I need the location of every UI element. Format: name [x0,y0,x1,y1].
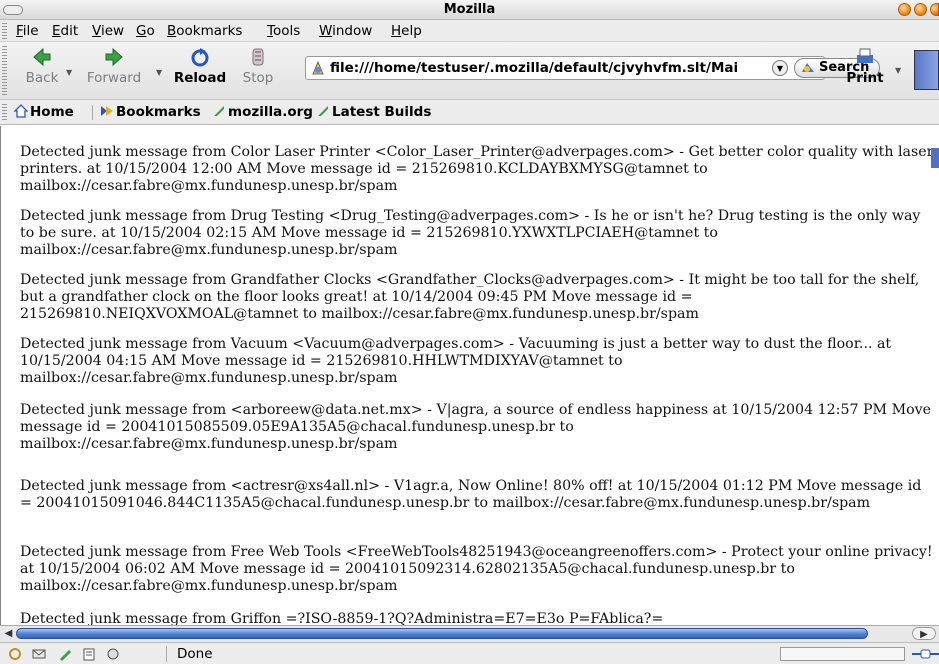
url-text[interactable]: file:///home/testuser/.mozilla/default/c… [330,60,770,76]
toolbar-grip[interactable] [2,23,7,39]
page-proxy-icon[interactable] [310,60,326,76]
search-icon [802,63,814,72]
print-button[interactable]: Print [842,46,888,86]
throbber-logo[interactable] [914,50,939,90]
progress-meter [780,647,905,661]
forward-button[interactable]: Forward [78,46,150,86]
status-separator [166,646,167,662]
navigator-icon[interactable] [8,647,22,661]
junk-log-entry: Detected junk message from Color Laser P… [20,144,934,194]
menu-edit[interactable]: Edit [52,23,78,39]
reload-icon [191,48,209,67]
maximize-button[interactable] [914,3,927,16]
title-bar: Mozilla [0,0,939,20]
menu-tools[interactable]: Tools [267,23,300,39]
menu-bar: File Edit View Go Bookmarks Tools Window… [0,20,939,42]
status-text: Done [177,646,213,662]
bookmarks-button[interactable]: Bookmarks [100,104,201,120]
forward-dropdown-icon[interactable]: ▼ [156,68,162,77]
back-arrow-icon [33,47,51,67]
back-button[interactable]: Back [20,46,64,86]
junk-log-entry: Detected junk message from Drug Testing … [20,208,921,258]
close-button[interactable] [930,3,939,16]
address-book-icon[interactable] [82,647,96,661]
toolbar-separator [92,105,93,120]
sidebar-edge [931,148,939,168]
home-icon [14,104,28,118]
bookmark-icon [318,106,328,116]
junk-log-entry: Detected junk message from Vacuum <Vacuu… [20,336,892,386]
menu-help[interactable]: Help [391,23,422,39]
menu-go[interactable]: Go [136,23,155,39]
url-history-dropdown-icon[interactable]: ▼ [772,60,788,76]
minimize-button[interactable] [898,3,911,16]
page-content: Detected junk message from Color Laser P… [0,126,939,625]
junk-log-entry: Detected junk message from Griffon =?ISO… [20,611,664,625]
connection-status-icon[interactable] [912,649,939,659]
junk-log-entry: Detected junk message from <actresr@xs4a… [20,478,922,511]
toolbar-grip[interactable] [2,46,7,96]
url-bar[interactable]: file:///home/testuser/.mozilla/default/c… [305,56,880,80]
stop-icon [252,48,264,66]
back-dropdown-icon[interactable]: ▼ [66,68,72,77]
junk-log-entry: Detected junk message from Grandfather C… [20,272,920,322]
chat-icon[interactable] [106,647,120,661]
scroll-right-arrow-icon[interactable]: ▶ [912,627,936,640]
print-dropdown-icon[interactable]: ▼ [895,66,901,75]
junk-log-entry: Detected junk message from <arboreew@dat… [20,402,932,452]
scroll-left-arrow-icon[interactable]: ◀ [2,627,15,640]
junk-log-entry: Detected junk message from Free Web Tool… [20,544,933,594]
menu-file[interactable]: File [16,23,39,39]
bookmarks-icon [101,106,113,116]
scrollbar-thumb[interactable] [16,628,868,639]
horizontal-scrollbar[interactable]: ◀ ▶ [0,625,939,642]
menu-window[interactable]: Window [319,23,372,39]
toolbar-grip[interactable] [2,104,7,120]
navigation-toolbar: Back ▼ Forward ▼ Reload Stop file:///hom… [0,42,939,100]
mail-icon[interactable] [32,647,46,661]
personal-toolbar: Home Bookmarks mozilla.org Latest Builds [0,100,939,125]
forward-arrow-icon [105,47,123,67]
composer-icon[interactable] [58,647,72,661]
stop-button[interactable]: Stop [236,46,280,86]
window-title: Mozilla [443,2,496,17]
menu-bookmarks[interactable]: Bookmarks [167,23,242,39]
menu-view[interactable]: View [92,23,124,39]
printer-icon [857,48,873,63]
bookmark-icon [214,106,224,116]
home-button[interactable]: Home [14,104,74,120]
bookmark-mozilla-org[interactable]: mozilla.org [212,104,313,120]
bookmark-latest-builds[interactable]: Latest Builds [316,104,431,120]
reload-button[interactable]: Reload [170,46,230,86]
status-bar: Done [0,642,939,664]
